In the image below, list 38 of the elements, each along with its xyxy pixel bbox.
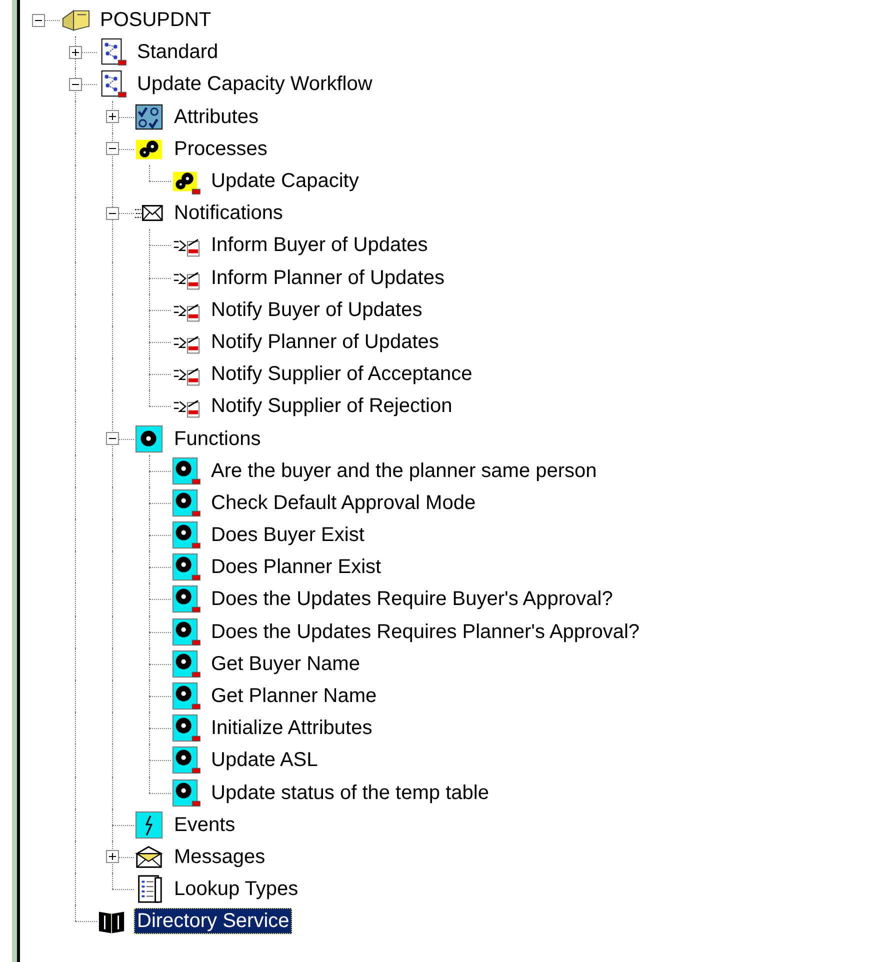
- tree-item[interactable]: Inform Buyer of Updates: [208, 232, 431, 258]
- tree-item[interactable]: Initialize Attributes: [208, 715, 376, 742]
- tree-item[interactable]: Does the Updates Requires Planner's Approval?: [208, 618, 643, 645]
- collapse-toggle[interactable]: [32, 14, 44, 27]
- tree-item[interactable]: Update Capacity: [208, 168, 362, 194]
- collapse-toggle[interactable]: [106, 432, 118, 446]
- tree-item[interactable]: Notifications: [171, 200, 286, 226]
- collapse-toggle[interactable]: [106, 206, 118, 220]
- tree-item[interactable]: Get Buyer Name: [208, 650, 363, 677]
- tree-item[interactable]: Are the buyer and the planner same person: [208, 458, 600, 484]
- tree-item[interactable]: Does Planner Exist: [208, 554, 384, 580]
- tree-item[interactable]: Standard: [134, 39, 222, 66]
- tree-item[interactable]: Directory Service: [134, 908, 292, 934]
- tree-item[interactable]: Attributes: [171, 104, 262, 130]
- tree-item[interactable]: Check Default Approval Mode: [208, 490, 479, 516]
- tree-item[interactable]: Notify Planner of Updates: [208, 328, 442, 355]
- collapse-toggle[interactable]: [106, 142, 118, 156]
- tree-item[interactable]: Does the Updates Require Buyer's Approval?: [208, 586, 616, 612]
- tree-item[interactable]: Events: [171, 812, 238, 838]
- tree-item[interactable]: Notify Supplier of Acceptance: [208, 361, 476, 388]
- tree-item[interactable]: Functions: [171, 426, 264, 452]
- tree-item[interactable]: Lookup Types: [171, 876, 302, 902]
- expand-toggle[interactable]: [68, 46, 82, 59]
- tree-item[interactable]: Notify Buyer of Updates: [208, 296, 426, 323]
- tree-item[interactable]: Update Capacity Workflow: [134, 71, 376, 98]
- tree-item[interactable]: POSUPDNT: [97, 7, 214, 34]
- tree-item[interactable]: Update ASL: [208, 747, 321, 774]
- collapse-toggle[interactable]: [68, 78, 82, 91]
- tree-item[interactable]: Update status of the temp table: [208, 780, 492, 806]
- tree-item[interactable]: Get Planner Name: [208, 683, 380, 710]
- expand-toggle[interactable]: [106, 850, 118, 864]
- tree-item[interactable]: Does Buyer Exist: [208, 522, 368, 548]
- expand-toggle[interactable]: [106, 110, 118, 124]
- tree-item[interactable]: Notify Supplier of Rejection: [208, 393, 456, 420]
- tree-item[interactable]: Processes: [171, 136, 270, 162]
- tree-item[interactable]: Messages: [171, 844, 268, 870]
- tree-item[interactable]: Inform Planner of Updates: [208, 264, 448, 291]
- checklist-icon: [134, 102, 164, 132]
